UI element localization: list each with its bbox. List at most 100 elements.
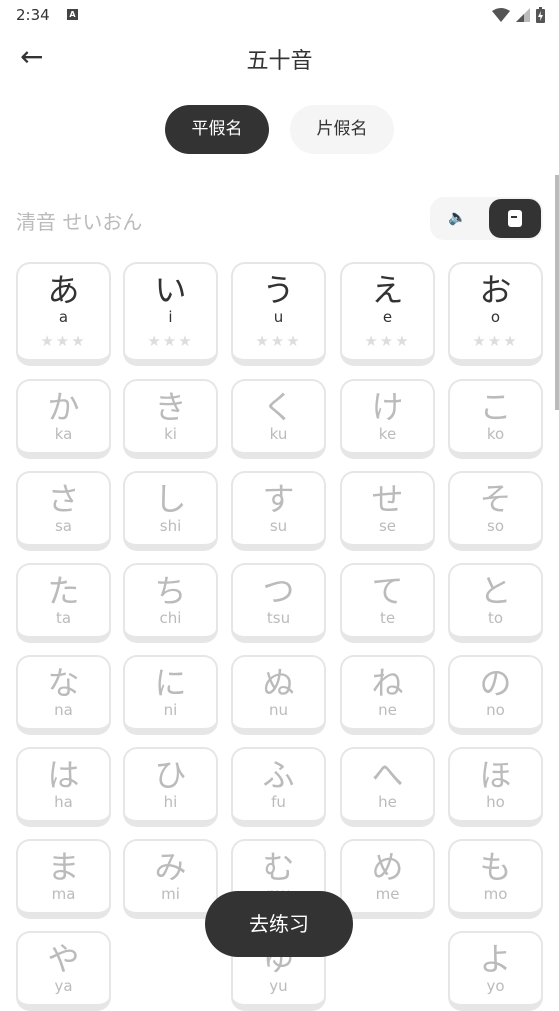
kana-card[interactable]: も mo <box>448 839 543 919</box>
kana-card[interactable]: こ ko <box>448 379 543 459</box>
kana-char: む <box>262 848 295 886</box>
romaji: na <box>54 701 73 719</box>
kana-card[interactable]: や ya <box>16 931 111 1011</box>
star-icon: ★★★ <box>255 332 302 350</box>
romaji: ni <box>163 701 178 719</box>
kana-card[interactable]: ね ne <box>340 655 435 735</box>
kana-char: ち <box>154 572 187 610</box>
kana-card[interactable]: へ he <box>340 747 435 827</box>
kana-card[interactable]: と to <box>448 563 543 643</box>
kana-card[interactable]: え e ★★★ <box>340 262 435 366</box>
romaji: mo <box>483 885 508 903</box>
kana-char: ほ <box>479 756 512 794</box>
battery-icon <box>536 7 545 23</box>
kana-char: さ <box>47 480 80 518</box>
kana-card[interactable]: お o ★★★ <box>448 262 543 366</box>
kana-char: に <box>154 664 187 702</box>
romaji: o <box>490 308 501 326</box>
romaji: a <box>58 308 69 326</box>
kana-card[interactable]: よ yo <box>448 931 543 1011</box>
sound-icon[interactable]: 🔈 <box>448 208 467 226</box>
romaji: yo <box>486 977 505 995</box>
romaji: ta <box>55 609 72 627</box>
romaji: he <box>378 793 397 811</box>
kana-card[interactable]: ま ma <box>16 839 111 919</box>
kana-char: み <box>154 848 187 886</box>
romaji: u <box>273 308 284 326</box>
romaji: ka <box>54 425 73 443</box>
star-icon: ★★★ <box>40 332 87 350</box>
kana-card[interactable]: ぬ nu <box>231 655 326 735</box>
kana-card[interactable]: て te <box>340 563 435 643</box>
romaji: hi <box>163 793 178 811</box>
kana-card[interactable]: ち chi <box>123 563 218 643</box>
notification-icon: A <box>67 9 78 20</box>
scrollbar[interactable] <box>555 175 559 410</box>
romaji: ne <box>378 701 397 719</box>
kana-card[interactable]: さ sa <box>16 471 111 551</box>
romaji: ke <box>378 425 397 443</box>
kana-card[interactable]: く ku <box>231 379 326 459</box>
romaji: ma <box>51 885 76 903</box>
kana-card[interactable]: に ni <box>123 655 218 735</box>
romaji: mi <box>161 885 180 903</box>
system-icons <box>492 7 545 23</box>
kana-char: き <box>154 388 187 426</box>
kana-char: め <box>371 848 404 886</box>
kana-card[interactable]: そ so <box>448 471 543 551</box>
kana-char: こ <box>479 388 512 426</box>
romaji: chi <box>159 609 182 627</box>
romaji: ki <box>164 425 177 443</box>
kana-char: う <box>262 271 295 309</box>
romaji: ku <box>269 425 288 443</box>
tab-hiragana[interactable]: 平假名 <box>165 105 269 154</box>
tab-katakana[interactable]: 片假名 <box>290 105 394 154</box>
kana-card[interactable]: ひ hi <box>123 747 218 827</box>
kana-card[interactable]: け ke <box>340 379 435 459</box>
kana-card[interactable]: つ tsu <box>231 563 326 643</box>
card-view-button[interactable] <box>489 199 541 238</box>
practice-button[interactable]: 去练习 <box>205 891 353 957</box>
kana-char: せ <box>371 480 404 518</box>
kana-char: し <box>154 480 187 518</box>
kana-card[interactable]: ふ fu <box>231 747 326 827</box>
kana-card[interactable]: な na <box>16 655 111 735</box>
kana-char: そ <box>479 480 512 518</box>
kana-char: す <box>262 480 295 518</box>
kana-card[interactable]: み mi <box>123 839 218 919</box>
kana-char: ぬ <box>262 664 295 702</box>
kana-card[interactable]: か ka <box>16 379 111 459</box>
kana-card[interactable]: は ha <box>16 747 111 827</box>
romaji: ho <box>486 793 505 811</box>
kana-char: え <box>371 271 404 309</box>
romaji: yu <box>269 977 288 995</box>
kana-char: お <box>479 271 512 309</box>
kana-card[interactable]: す su <box>231 471 326 551</box>
star-icon: ★★★ <box>472 332 519 350</box>
kana-char: な <box>47 664 80 702</box>
section-title: 清音 せいおん <box>16 210 143 234</box>
romaji: ha <box>54 793 73 811</box>
kana-card[interactable]: し shi <box>123 471 218 551</box>
kana-char: ふ <box>262 756 295 794</box>
kana-card[interactable]: た ta <box>16 563 111 643</box>
romaji: e <box>382 308 393 326</box>
romaji: nu <box>268 701 288 719</box>
kana-card[interactable]: い i ★★★ <box>123 262 218 366</box>
kana-card[interactable]: の no <box>448 655 543 735</box>
kana-card[interactable]: せ se <box>340 471 435 551</box>
romaji: fu <box>271 793 286 811</box>
romaji: sa <box>54 517 72 535</box>
star-icon: ★★★ <box>147 332 194 350</box>
kana-card[interactable]: あ a ★★★ <box>16 262 111 366</box>
romaji: tsu <box>266 609 291 627</box>
kana-card[interactable]: き ki <box>123 379 218 459</box>
kana-char: と <box>479 572 512 610</box>
kana-card[interactable]: ほ ho <box>448 747 543 827</box>
kana-char: へ <box>371 756 404 794</box>
kana-char: く <box>262 388 295 426</box>
kana-card[interactable]: う u ★★★ <box>231 262 326 366</box>
kana-card[interactable]: め me <box>340 839 435 919</box>
romaji: i <box>168 308 173 326</box>
kana-char: て <box>371 572 404 610</box>
